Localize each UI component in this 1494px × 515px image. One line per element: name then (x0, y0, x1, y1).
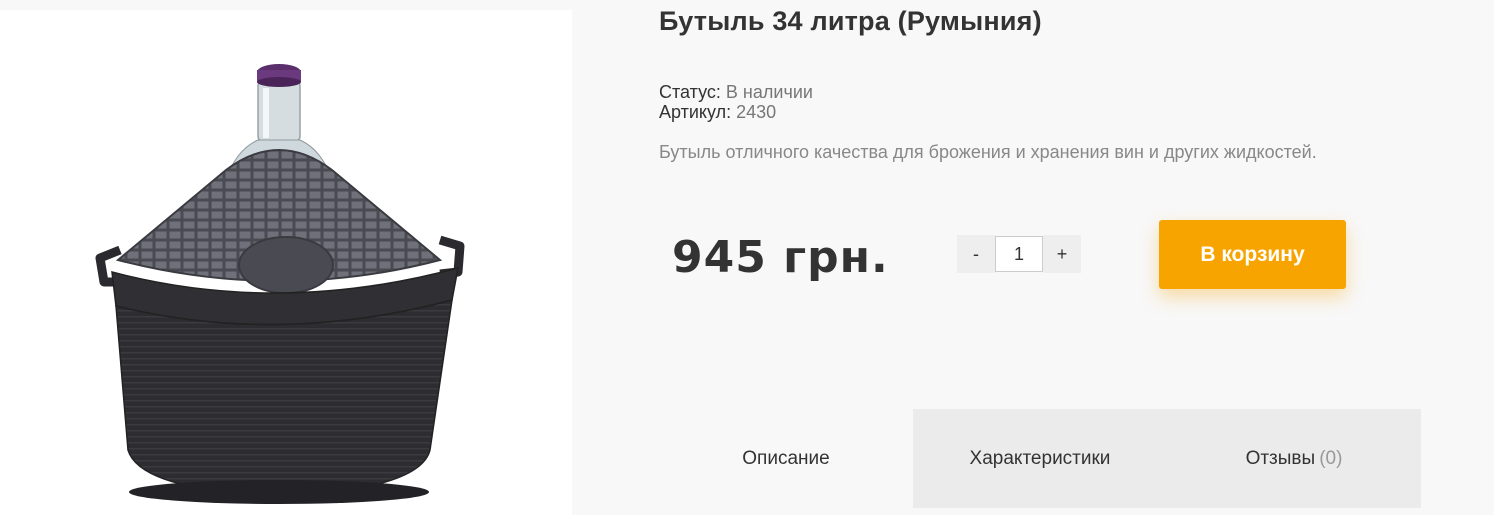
tab-description[interactable]: Описание (659, 409, 913, 508)
product-title: Бутыль 34 литра (Румыния) (659, 6, 1042, 36)
tab-reviews-label: Отзывы (1245, 447, 1316, 469)
add-to-cart-button[interactable]: В корзину (1159, 220, 1346, 289)
product-page: Бутыль 34 литра (Румыния) Статус: В нали… (0, 0, 1494, 515)
tab-characteristics[interactable]: Характеристики (913, 409, 1167, 508)
sku-row: Артикул: 2430 (659, 102, 813, 122)
tab-characteristics-label: Характеристики (969, 447, 1111, 469)
status-row: Статус: В наличии (659, 82, 813, 102)
status-value: В наличии (725, 82, 813, 102)
product-meta: Статус: В наличии Артикул: 2430 (659, 82, 813, 122)
quantity-decrease-button[interactable]: - (957, 235, 995, 273)
status-label: Статус: (659, 82, 721, 102)
tab-reviews[interactable]: Отзывы (0) (1167, 409, 1421, 508)
quantity-increase-button[interactable]: + (1043, 235, 1081, 273)
product-description: Бутыль отличного качества для брожения и… (659, 142, 1317, 162)
quantity-stepper: - + (957, 235, 1081, 273)
sku-value: 2430 (736, 102, 777, 122)
tab-description-label: Описание (742, 447, 830, 469)
product-tabs: Описание Характеристики Отзывы (0) (659, 409, 1421, 508)
sku-label: Артикул: (659, 102, 732, 122)
quantity-input[interactable] (995, 236, 1043, 272)
product-price: 945 грн. (672, 232, 889, 283)
product-image[interactable] (0, 10, 572, 515)
reviews-count: (0) (1319, 447, 1343, 469)
bottle-image (95, 64, 465, 504)
